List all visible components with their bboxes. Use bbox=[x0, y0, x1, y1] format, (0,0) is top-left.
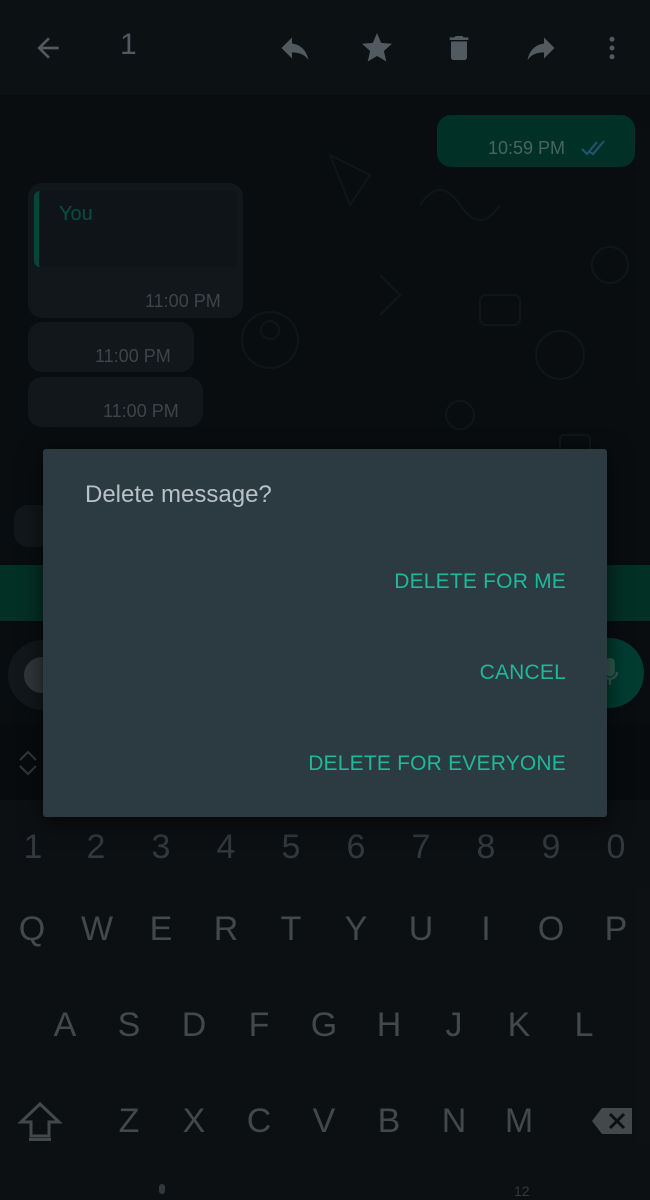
delete-for-me-button[interactable]: DELETE FOR ME bbox=[394, 570, 566, 594]
delete-for-everyone-button[interactable]: DELETE FOR EVERYONE bbox=[308, 752, 566, 776]
cancel-button[interactable]: CANCEL bbox=[480, 661, 566, 685]
dialog-title: Delete message? bbox=[85, 481, 272, 508]
delete-message-dialog: Delete message? DELETE FOR ME CANCEL DEL… bbox=[43, 449, 607, 817]
